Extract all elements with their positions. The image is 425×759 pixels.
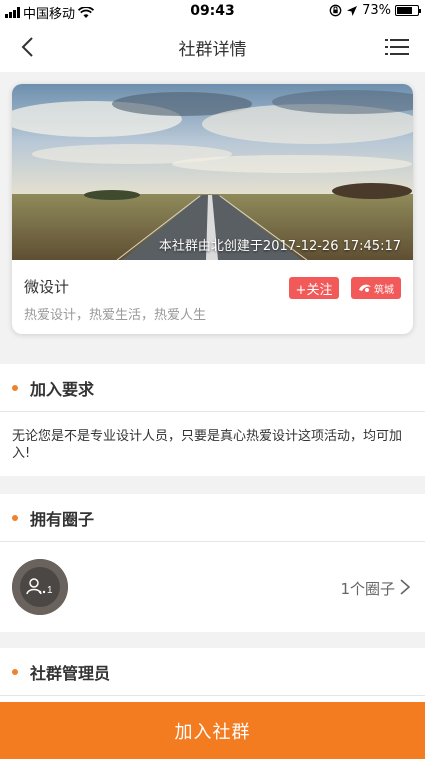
circles-section: 拥有圈子 1 1个圈子 bbox=[0, 494, 425, 632]
bullet-dot bbox=[12, 384, 18, 391]
circle-list-row[interactable]: 1 1个圈子 bbox=[0, 542, 425, 632]
status-bar: 中国移动 09:43 73% bbox=[0, 0, 425, 22]
nav-bar: 社群详情 bbox=[0, 22, 425, 72]
brand-logo-icon bbox=[359, 284, 371, 292]
circle-count: 1个圈子 bbox=[340, 580, 395, 598]
battery-icon bbox=[395, 5, 421, 16]
section-title: 社群管理员 bbox=[30, 663, 111, 683]
chevron-right-icon bbox=[400, 579, 411, 595]
cover-image: 本社群由北创建于2017-12-26 17:45:17 bbox=[12, 84, 413, 260]
section-header: 社群管理员 bbox=[0, 648, 425, 696]
bullet-dot bbox=[12, 668, 18, 675]
section-title: 加入要求 bbox=[30, 379, 95, 399]
group-card: 本社群由北创建于2017-12-26 17:45:17 微设计 热爱设计，热爱生… bbox=[12, 84, 413, 334]
screen: 中国移动 09:43 73% 社群详情 本社群由北创建于2017-12-26 1… bbox=[0, 0, 425, 759]
list-menu-icon bbox=[385, 39, 409, 55]
admins-section: 社群管理员 bbox=[0, 648, 425, 708]
section-title: 拥有圈子 bbox=[30, 509, 95, 529]
page-title: 社群详情 bbox=[178, 40, 247, 60]
status-right: 73% bbox=[329, 3, 421, 18]
bullet-dot bbox=[12, 514, 18, 521]
group-motto: 热爱设计，热爱生活，热爱人生 bbox=[24, 308, 207, 323]
menu-button[interactable] bbox=[385, 36, 409, 58]
join-group-button[interactable]: 加入社群 bbox=[0, 702, 425, 759]
section-header: 加入要求 bbox=[0, 364, 425, 412]
join-requirements-text: 无论您是不是专业设计人员，只要是真心热爱设计这项活动，均可加入! bbox=[12, 429, 403, 461]
orientation-lock-icon bbox=[329, 4, 342, 17]
brand-badge[interactable]: 筑城 bbox=[351, 277, 401, 299]
circle-avatar: 1 bbox=[12, 559, 68, 615]
section-header: 拥有圈子 bbox=[0, 494, 425, 542]
join-requirements-section: 加入要求 无论您是不是专业设计人员，只要是真心热爱设计这项活动，均可加入! bbox=[0, 364, 425, 476]
creation-caption: 本社群由北创建于2017-12-26 17:45:17 bbox=[158, 239, 401, 254]
circle-avatar-image: 1 bbox=[12, 559, 68, 615]
follow-button[interactable]: +关注 bbox=[289, 277, 339, 299]
battery-percent: 73% bbox=[362, 3, 391, 18]
road-landscape-image bbox=[12, 84, 413, 260]
location-arrow-icon bbox=[347, 5, 358, 16]
battery-fill bbox=[397, 7, 412, 14]
svg-text:1: 1 bbox=[47, 585, 53, 596]
brand-badge-label: 筑城 bbox=[374, 284, 394, 296]
group-name: 微设计 bbox=[24, 278, 70, 296]
